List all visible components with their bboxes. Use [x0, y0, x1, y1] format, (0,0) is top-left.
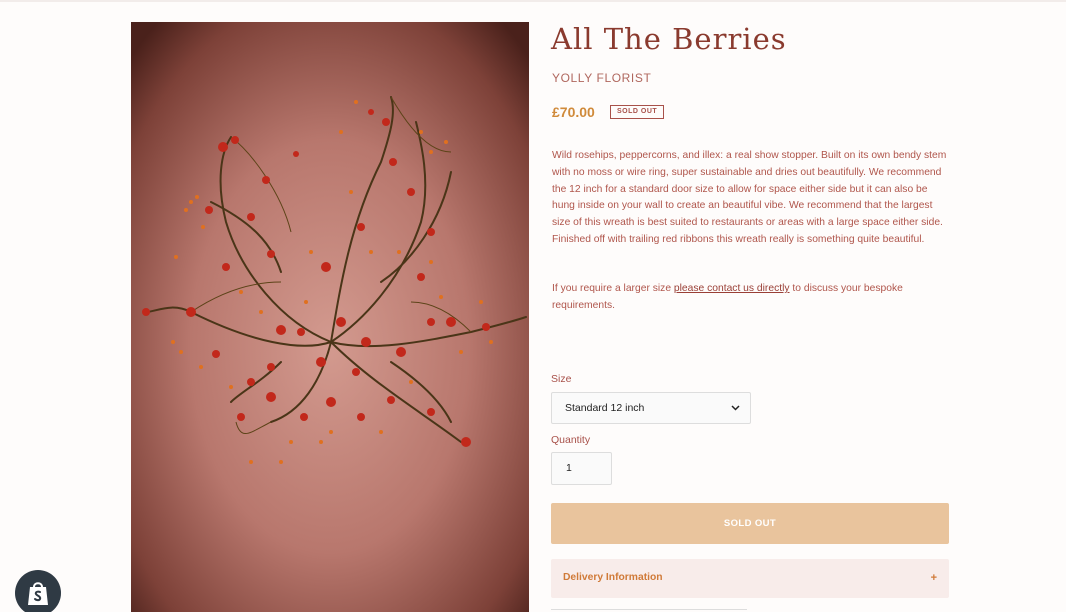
size-select-value: Standard 12 inch — [565, 402, 645, 414]
header-divider — [0, 0, 1066, 2]
product-image[interactable] — [131, 22, 529, 612]
contact-link[interactable]: please contact us directly — [674, 283, 790, 294]
accordion-title: Delivery Information — [563, 572, 663, 583]
product-price: £70.00 — [552, 104, 595, 120]
sold-out-badge: SOLD OUT — [610, 105, 665, 119]
plus-icon: + — [930, 572, 937, 584]
contact-note: If you require a larger size please cont… — [552, 281, 950, 315]
product-description: Wild rosehips, peppercorns, and illex: a… — [552, 150, 947, 245]
sold-out-button[interactable]: SOLD OUT — [551, 503, 949, 544]
shopify-badge[interactable] — [15, 570, 61, 612]
contact-note-prefix: If you require a larger size — [552, 283, 674, 294]
delivery-accordion[interactable]: Delivery Information + — [551, 559, 949, 598]
quantity-input[interactable]: 1 — [551, 452, 612, 485]
shopify-bag-icon — [28, 582, 48, 605]
size-select[interactable]: Standard 12 inch — [551, 392, 751, 424]
wreath-illustration — [131, 22, 529, 612]
size-label: Size — [551, 373, 572, 385]
chevron-down-icon — [731, 405, 740, 411]
product-vendor: YOLLY FLORIST — [552, 71, 652, 85]
quantity-label: Quantity — [551, 434, 591, 446]
product-title: All The Berries — [551, 22, 787, 56]
